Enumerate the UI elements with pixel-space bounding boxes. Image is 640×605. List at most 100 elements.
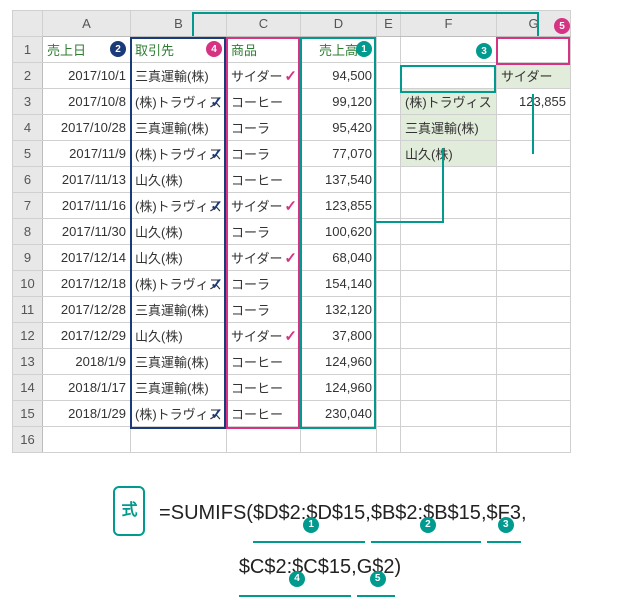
cell-A13[interactable]: 2018/1/9 bbox=[43, 349, 131, 375]
cell-D15[interactable]: 230,040 bbox=[301, 401, 377, 427]
cell-B7[interactable]: (株)トラヴィス✓ bbox=[131, 193, 227, 219]
cell-G14[interactable] bbox=[497, 375, 571, 401]
cell-A7[interactable]: 2017/11/16 bbox=[43, 193, 131, 219]
cell-E7[interactable] bbox=[377, 193, 401, 219]
cell-C5[interactable]: コーラ bbox=[227, 141, 301, 167]
col-A[interactable]: A bbox=[43, 11, 131, 37]
cell-F12[interactable] bbox=[401, 323, 497, 349]
cell-F9[interactable] bbox=[401, 245, 497, 271]
col-B[interactable]: B bbox=[131, 11, 227, 37]
cell-D16[interactable] bbox=[301, 427, 377, 453]
cell-B12[interactable]: 山久(株) bbox=[131, 323, 227, 349]
cell-D6[interactable]: 137,540 bbox=[301, 167, 377, 193]
cell-C6[interactable]: コーヒー bbox=[227, 167, 301, 193]
cell-D3[interactable]: 99,120 bbox=[301, 89, 377, 115]
cell-A8[interactable]: 2017/11/30 bbox=[43, 219, 131, 245]
row-7[interactable]: 7 bbox=[13, 193, 43, 219]
cell-A10[interactable]: 2017/12/18 bbox=[43, 271, 131, 297]
cell-G9[interactable] bbox=[497, 245, 571, 271]
cell-B10[interactable]: (株)トラヴィス✓ bbox=[131, 271, 227, 297]
cell-G6[interactable] bbox=[497, 167, 571, 193]
cell-C15[interactable]: コーヒー bbox=[227, 401, 301, 427]
cell-F11[interactable] bbox=[401, 297, 497, 323]
cell-E14[interactable] bbox=[377, 375, 401, 401]
col-F[interactable]: F bbox=[401, 11, 497, 37]
cell-A9[interactable]: 2017/12/14 bbox=[43, 245, 131, 271]
cell-A5[interactable]: 2017/11/9 bbox=[43, 141, 131, 167]
cell-A4[interactable]: 2017/10/28 bbox=[43, 115, 131, 141]
cell-C10[interactable]: コーラ bbox=[227, 271, 301, 297]
row-4[interactable]: 4 bbox=[13, 115, 43, 141]
cell-G16[interactable] bbox=[497, 427, 571, 453]
col-C[interactable]: C bbox=[227, 11, 301, 37]
cell-E16[interactable] bbox=[377, 427, 401, 453]
cell-A1[interactable]: 売上日 2 bbox=[43, 37, 131, 63]
cell-C13[interactable]: コーヒー bbox=[227, 349, 301, 375]
cell-B5[interactable]: (株)トラヴィス✓ bbox=[131, 141, 227, 167]
cell-F6[interactable] bbox=[401, 167, 497, 193]
cell-C2[interactable]: サイダー✓ bbox=[227, 63, 301, 89]
cell-C14[interactable]: コーヒー bbox=[227, 375, 301, 401]
cell-D14[interactable]: 124,960 bbox=[301, 375, 377, 401]
cell-E6[interactable] bbox=[377, 167, 401, 193]
row-10[interactable]: 10 bbox=[13, 271, 43, 297]
cell-C4[interactable]: コーラ bbox=[227, 115, 301, 141]
row-12[interactable]: 12 bbox=[13, 323, 43, 349]
row-5[interactable]: 5 bbox=[13, 141, 43, 167]
grid[interactable]: A B C D E F G 1 売上日 2 取引先 4 商品 売上高 1 220… bbox=[12, 10, 571, 453]
cell-G7[interactable] bbox=[497, 193, 571, 219]
cell-B11[interactable]: 三真運輸(株) bbox=[131, 297, 227, 323]
cell-B3[interactable]: (株)トラヴィス✓ bbox=[131, 89, 227, 115]
cell-F15[interactable] bbox=[401, 401, 497, 427]
row-14[interactable]: 14 bbox=[13, 375, 43, 401]
cell-E12[interactable] bbox=[377, 323, 401, 349]
cell-F4[interactable]: 三真運輸(株) bbox=[401, 115, 497, 141]
cell-F3[interactable]: (株)トラヴィス bbox=[401, 89, 497, 115]
cell-C1[interactable]: 商品 bbox=[227, 37, 301, 63]
cell-E13[interactable] bbox=[377, 349, 401, 375]
cell-E11[interactable] bbox=[377, 297, 401, 323]
cell-G15[interactable] bbox=[497, 401, 571, 427]
cell-F7[interactable] bbox=[401, 193, 497, 219]
cell-B13[interactable]: 三真運輸(株) bbox=[131, 349, 227, 375]
cell-B2[interactable]: 三真運輸(株) bbox=[131, 63, 227, 89]
cell-B6[interactable]: 山久(株) bbox=[131, 167, 227, 193]
cell-D9[interactable]: 68,040 bbox=[301, 245, 377, 271]
cell-D8[interactable]: 100,620 bbox=[301, 219, 377, 245]
cell-C7[interactable]: サイダー✓ bbox=[227, 193, 301, 219]
cell-A6[interactable]: 2017/11/13 bbox=[43, 167, 131, 193]
row-13[interactable]: 13 bbox=[13, 349, 43, 375]
cell-D2[interactable]: 94,500 bbox=[301, 63, 377, 89]
cell-G11[interactable] bbox=[497, 297, 571, 323]
cell-B16[interactable] bbox=[131, 427, 227, 453]
cell-A3[interactable]: 2017/10/8 bbox=[43, 89, 131, 115]
cell-B1[interactable]: 取引先 4 bbox=[131, 37, 227, 63]
row-8[interactable]: 8 bbox=[13, 219, 43, 245]
cell-E4[interactable] bbox=[377, 115, 401, 141]
cell-G12[interactable] bbox=[497, 323, 571, 349]
cell-B9[interactable]: 山久(株) bbox=[131, 245, 227, 271]
cell-E10[interactable] bbox=[377, 271, 401, 297]
cell-D1[interactable]: 売上高 1 bbox=[301, 37, 377, 63]
cell-E3[interactable] bbox=[377, 89, 401, 115]
cell-F16[interactable] bbox=[401, 427, 497, 453]
cell-A11[interactable]: 2017/12/28 bbox=[43, 297, 131, 323]
cell-B4[interactable]: 三真運輸(株) bbox=[131, 115, 227, 141]
cell-A16[interactable] bbox=[43, 427, 131, 453]
cell-A14[interactable]: 2018/1/17 bbox=[43, 375, 131, 401]
cell-C9[interactable]: サイダー✓ bbox=[227, 245, 301, 271]
cell-D10[interactable]: 154,140 bbox=[301, 271, 377, 297]
col-E[interactable]: E bbox=[377, 11, 401, 37]
cell-F14[interactable] bbox=[401, 375, 497, 401]
row-6[interactable]: 6 bbox=[13, 167, 43, 193]
cell-C8[interactable]: コーラ bbox=[227, 219, 301, 245]
cell-E15[interactable] bbox=[377, 401, 401, 427]
cell-B15[interactable]: (株)トラヴィス✓ bbox=[131, 401, 227, 427]
cell-F2[interactable] bbox=[401, 63, 497, 89]
cell-A15[interactable]: 2018/1/29 bbox=[43, 401, 131, 427]
cell-C12[interactable]: サイダー✓ bbox=[227, 323, 301, 349]
cell-D4[interactable]: 95,420 bbox=[301, 115, 377, 141]
row-3[interactable]: 3 bbox=[13, 89, 43, 115]
cell-G8[interactable] bbox=[497, 219, 571, 245]
cell-G2[interactable]: サイダー bbox=[497, 63, 571, 89]
